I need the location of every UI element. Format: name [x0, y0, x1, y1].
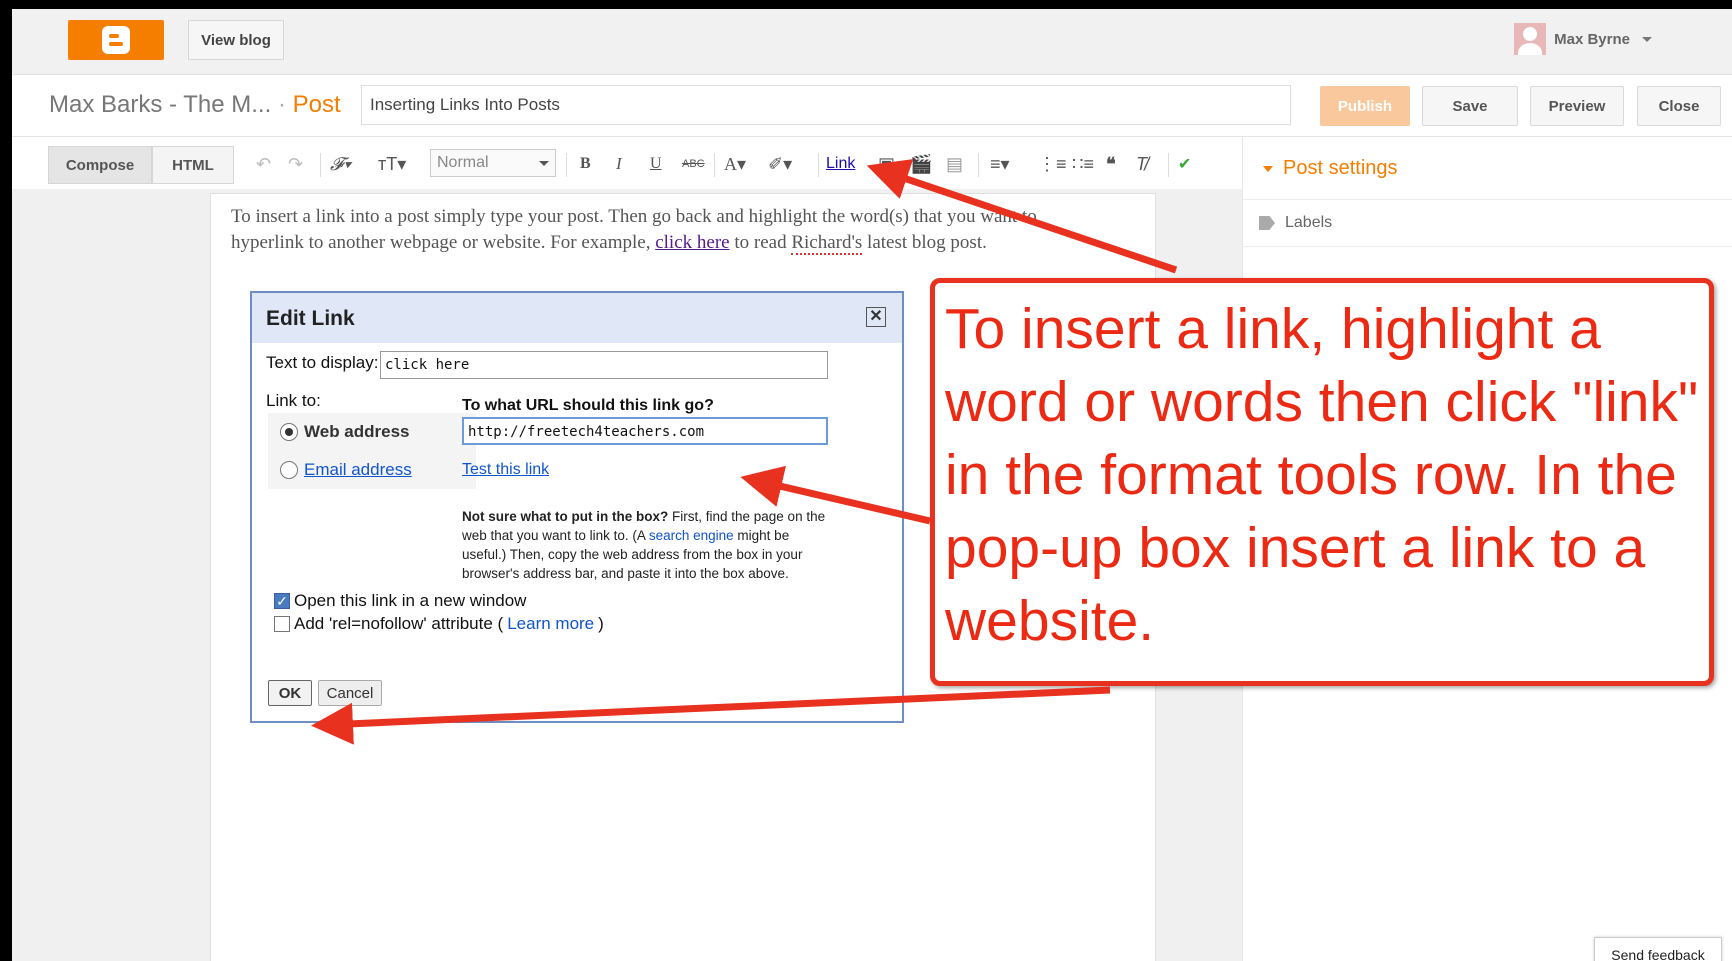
toolbar-divider — [714, 153, 715, 177]
breadcrumb-post: Post — [292, 91, 341, 118]
italic-button[interactable]: I — [616, 151, 622, 177]
toolbar-divider — [320, 153, 321, 177]
radio-unselected-icon — [280, 461, 298, 479]
labels-label: Labels — [1285, 214, 1333, 231]
html-mode-button[interactable]: HTML — [152, 146, 234, 184]
nofollow-label-prefix: Add 'rel=nofollow' attribute ( — [294, 614, 504, 633]
dialog-header: Edit Link ✕ — [252, 293, 902, 343]
format-toolbar: Compose HTML ↶ ↷ 𝓕▾ тT▾ Normal B I U ABC… — [12, 137, 1242, 189]
breadcrumb: Max Barks - The M... · Post — [49, 91, 341, 119]
close-icon[interactable]: ✕ — [866, 307, 886, 327]
help-bold: Not sure what to put in the box? — [462, 509, 669, 524]
learn-more-link[interactable]: Learn more — [507, 614, 594, 634]
toolbar-divider — [818, 153, 819, 177]
publish-button[interactable]: Publish — [1320, 86, 1410, 126]
top-bar: View blog Max Byrne — [12, 9, 1732, 75]
annotation-callout: To insert a link, highlight a word or wo… — [930, 278, 1714, 686]
search-engine-link[interactable]: search engine — [649, 528, 734, 543]
insert-video-icon[interactable]: 🎬 — [910, 151, 932, 177]
text-to-display-label: Text to display: — [266, 353, 379, 372]
blogger-editor: View blog Max Byrne Max Barks - The M...… — [12, 9, 1732, 961]
toolbar-divider — [566, 153, 567, 177]
breadcrumb-separator: · — [277, 91, 286, 118]
checkbox-unchecked-icon — [274, 616, 290, 632]
redo-icon[interactable]: ↷ — [288, 151, 303, 177]
spellcheck-icon[interactable]: ✔ — [1178, 151, 1191, 177]
nofollow-label-suffix: ) — [598, 614, 604, 633]
bold-button[interactable]: B — [580, 151, 591, 177]
chevron-down-icon — [539, 161, 549, 166]
highlight-color-icon[interactable]: ✐▾ — [768, 151, 792, 177]
font-family-icon[interactable]: 𝓕▾ — [330, 151, 351, 177]
save-button[interactable]: Save — [1422, 86, 1518, 126]
text-color-icon[interactable]: A▾ — [724, 151, 746, 177]
insert-image-icon[interactable]: ▣ — [878, 151, 895, 177]
user-menu[interactable]: Max Byrne — [1514, 23, 1652, 55]
url-question-label: To what URL should this link go? — [462, 397, 714, 414]
checkbox-checked-icon: ✓ — [274, 593, 290, 609]
help-text: Not sure what to put in the box? First, … — [462, 507, 828, 583]
send-feedback-button[interactable]: Send feedback — [1594, 937, 1722, 961]
quote-icon[interactable]: ❝ — [1106, 151, 1116, 177]
bullet-list-icon[interactable]: ∷≡ — [1072, 151, 1094, 177]
strikethrough-button[interactable]: ABC — [682, 151, 705, 177]
tag-icon — [1259, 216, 1275, 230]
body-hyperlink[interactable]: click here — [655, 232, 729, 253]
title-row: Max Barks - The M... · Post Inserting Li… — [12, 75, 1732, 137]
email-address-label: Email address — [304, 460, 412, 479]
open-new-window-label: Open this link in a new window — [294, 591, 527, 610]
body-text-3: latest blog post. — [862, 232, 987, 253]
web-address-label: Web address — [304, 422, 410, 441]
test-link-link[interactable]: Test this link — [462, 461, 549, 479]
web-address-option[interactable]: Web address — [268, 413, 476, 451]
chevron-down-icon — [1642, 36, 1652, 42]
email-address-option[interactable]: Email address — [268, 451, 476, 489]
underline-button[interactable]: U — [650, 151, 662, 177]
triangle-down-icon — [1263, 165, 1273, 172]
font-size-icon[interactable]: тT▾ — [378, 151, 406, 177]
align-icon[interactable]: ≡▾ — [990, 151, 1010, 177]
ok-button[interactable]: OK — [268, 680, 312, 706]
post-settings-label: Post settings — [1283, 157, 1398, 179]
toolbar-divider — [978, 153, 979, 177]
radio-selected-icon — [280, 423, 298, 441]
compose-mode-button[interactable]: Compose — [48, 146, 152, 184]
jump-break-icon[interactable]: ▤ — [946, 151, 963, 177]
view-blog-button[interactable]: View blog — [188, 20, 284, 60]
user-name: Max Byrne — [1554, 30, 1630, 48]
toolbar-divider — [1168, 153, 1169, 177]
edit-link-dialog: Edit Link ✕ Text to display: click here … — [250, 291, 904, 723]
open-new-window-option[interactable]: ✓ Open this link in a new window — [274, 591, 526, 611]
blog-name-link[interactable]: Max Barks - The M... — [49, 91, 271, 118]
undo-icon[interactable]: ↶ — [256, 151, 271, 177]
labels-setting[interactable]: Labels — [1243, 199, 1732, 247]
numbered-list-icon[interactable]: ⋮≡ — [1038, 151, 1067, 177]
nofollow-option[interactable]: Add 'rel=nofollow' attribute (Learn more… — [274, 614, 604, 634]
close-button[interactable]: Close — [1637, 86, 1721, 126]
blogger-logo-icon[interactable] — [68, 20, 164, 60]
link-to-label: Link to: — [266, 391, 321, 410]
dialog-title: Edit Link — [266, 307, 355, 330]
format-select[interactable]: Normal — [430, 149, 556, 177]
avatar — [1514, 23, 1547, 55]
annotation-text: To insert a link, highlight a word or wo… — [945, 297, 1699, 653]
body-text-2: to read — [729, 232, 792, 253]
link-button[interactable]: Link — [826, 151, 855, 177]
post-settings-header[interactable]: Post settings — [1263, 157, 1398, 180]
post-title-input[interactable]: Inserting Links Into Posts — [361, 85, 1291, 125]
cancel-button[interactable]: Cancel — [318, 680, 382, 706]
remove-formatting-icon[interactable]: T̸ — [1136, 151, 1147, 177]
misspelled-word: Richard's — [791, 232, 863, 255]
format-select-value: Normal — [437, 154, 489, 171]
url-input[interactable]: http://freetech4teachers.com — [462, 417, 828, 445]
text-to-display-input[interactable]: click here — [380, 351, 828, 379]
preview-button[interactable]: Preview — [1530, 86, 1624, 126]
post-body-text[interactable]: To insert a link into a post simply type… — [231, 204, 1111, 256]
